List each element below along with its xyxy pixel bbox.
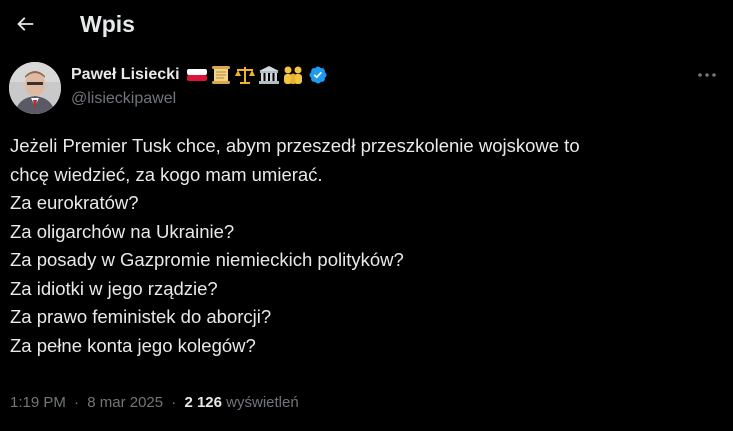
ellipsis-icon xyxy=(698,73,716,77)
tweet-text: Jeżeli Premier Tusk chce, abym przeszedł… xyxy=(10,132,725,360)
author-emojis xyxy=(186,65,304,85)
scroll-emoji xyxy=(211,66,230,84)
tweet-time[interactable]: 1:19 PM xyxy=(10,394,66,411)
tweet-line: chcę wiedzieć, za kogo mam umierać. xyxy=(10,163,323,185)
tweet-line: Za idiotki w jego rządzie? xyxy=(10,277,218,299)
tweet-meta: 1:19 PM · 8 mar 2025 · 2 126 wyświetleń xyxy=(10,392,299,414)
more-options-button[interactable] xyxy=(688,62,726,88)
author-handle[interactable]: @lisieckipawel xyxy=(71,89,176,109)
avatar[interactable] xyxy=(9,62,61,114)
tweet-line: Za prawo feministek do aborcji? xyxy=(10,306,272,327)
family-emoji xyxy=(283,66,302,84)
views-count: 2 126 xyxy=(184,394,222,411)
classical-building-emoji xyxy=(258,66,279,84)
tweet-line: Jeżeli Premier Tusk chce, abym przeszedł… xyxy=(10,135,580,156)
meta-separator: · xyxy=(171,394,177,411)
arrow-left-icon xyxy=(17,17,34,31)
views-label: wyświetleń xyxy=(226,394,299,411)
avatar-image xyxy=(9,62,61,114)
author-name-row[interactable]: Paweł Lisiecki xyxy=(71,64,328,86)
verified-badge-icon[interactable] xyxy=(308,65,328,85)
poland-flag-emoji xyxy=(186,69,207,81)
tweet-line: Za oligarchów na Ukrainie? xyxy=(10,220,235,242)
scales-emoji xyxy=(234,67,255,84)
top-bar: Wpis xyxy=(0,0,733,50)
meta-separator: · xyxy=(74,394,80,411)
tweet-line: Za posady w Gazpromie niemieckich polity… xyxy=(10,249,404,270)
author-name[interactable]: Paweł Lisiecki xyxy=(71,64,180,86)
tweet-line: Za eurokratów? xyxy=(10,192,139,213)
tweet-date[interactable]: 8 mar 2025 xyxy=(87,394,163,411)
back-button[interactable] xyxy=(10,8,40,40)
page-title: Wpis xyxy=(80,11,135,37)
tweet-line: Za pełne konta jego kolegów? xyxy=(10,334,256,356)
